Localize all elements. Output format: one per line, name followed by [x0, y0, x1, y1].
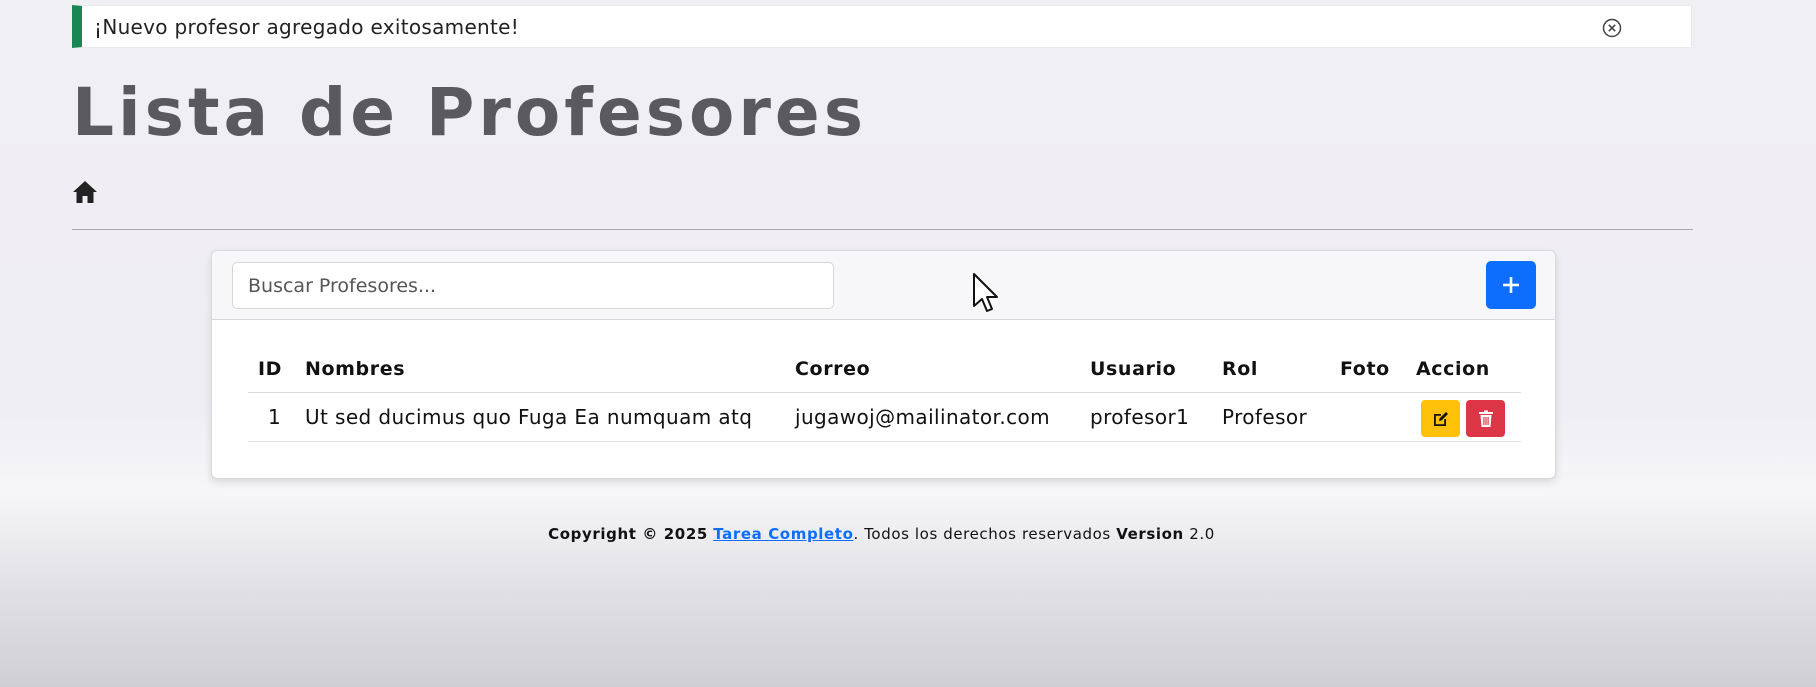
success-alert: ¡Nuevo profesor agregado exitosamente!	[72, 5, 1692, 48]
trash-icon	[1478, 410, 1493, 427]
footer-copyright: Copyright © 2025	[548, 525, 708, 543]
divider	[72, 229, 1693, 230]
header-correo: Correo	[785, 346, 1080, 393]
header-rol: Rol	[1212, 346, 1330, 393]
cell-rol: Profesor	[1212, 392, 1330, 442]
cell-usuario: profesor1	[1080, 392, 1212, 442]
close-circle-icon[interactable]	[1601, 17, 1623, 39]
table-header-row: ID Nombres Correo Usuario Rol Foto Accio…	[248, 346, 1521, 393]
add-teacher-button[interactable]	[1486, 261, 1536, 309]
teachers-card: ID Nombres Correo Usuario Rol Foto Accio…	[211, 250, 1556, 479]
footer-rights: . Todos los derechos reservados	[853, 525, 1111, 543]
home-icon[interactable]	[72, 180, 98, 204]
cell-id: 1	[248, 392, 295, 442]
plus-icon	[1503, 277, 1519, 293]
footer: Copyright © 2025 Tarea Completo. Todos l…	[0, 525, 1763, 543]
header-accion: Accion	[1406, 346, 1521, 393]
teachers-table: ID Nombres Correo Usuario Rol Foto Accio…	[248, 346, 1521, 442]
search-input[interactable]	[232, 262, 834, 309]
cell-correo: jugawoj@mailinator.com	[785, 392, 1080, 442]
footer-version-label: Version	[1116, 525, 1184, 543]
footer-link[interactable]: Tarea Completo	[713, 525, 853, 543]
footer-version-value: 2.0	[1189, 525, 1215, 543]
cell-foto	[1330, 392, 1406, 442]
header-id: ID	[248, 346, 295, 393]
header-nombres: Nombres	[295, 346, 785, 393]
edit-button[interactable]	[1421, 400, 1460, 437]
edit-icon	[1433, 411, 1448, 426]
alert-message: ¡Nuevo profesor agregado exitosamente!	[94, 14, 520, 39]
card-header	[212, 251, 1555, 320]
delete-button[interactable]	[1466, 400, 1505, 437]
page-title: Lista de Profesores	[72, 74, 867, 151]
table-row: 1 Ut sed ducimus quo Fuga Ea numquam atq…	[248, 392, 1521, 442]
header-foto: Foto	[1330, 346, 1406, 393]
header-usuario: Usuario	[1080, 346, 1212, 393]
cell-actions	[1406, 392, 1521, 442]
cell-nombres: Ut sed ducimus quo Fuga Ea numquam atq	[295, 392, 785, 442]
